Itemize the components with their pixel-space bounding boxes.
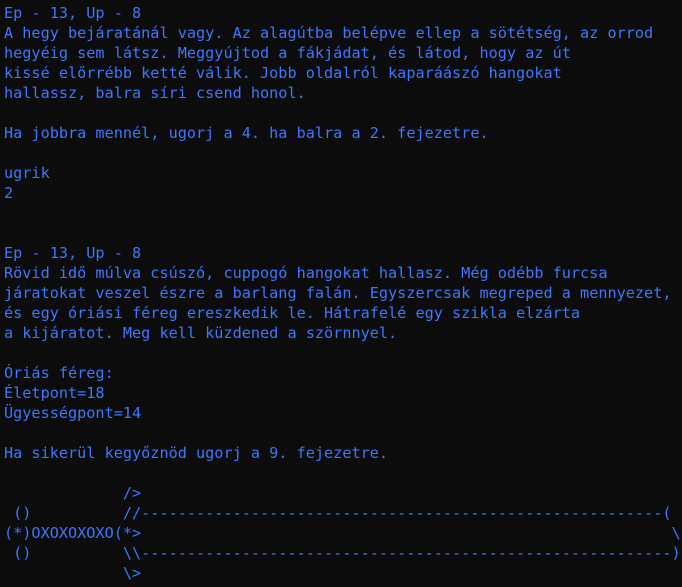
ascii-art-line: \> (4, 564, 142, 582)
console-line: és egy óriási féreg ereszkedik le. Hátra… (4, 304, 581, 322)
console-line: járatokat veszel észre a barlang falán. … (4, 284, 672, 302)
console-line: Ha jobbra mennél, ugorj a 4. ha balra a … (4, 124, 489, 142)
console-line: a kijáratot. Meg kell küzdened a szörnny… (4, 324, 398, 342)
ascii-art-line: (*)OXOXOXOXO(*> \ (4, 524, 681, 542)
console-line: Ha sikerül kegyőznöd ugorj a 9. fejezetr… (4, 444, 389, 462)
ascii-art-line: /> (4, 484, 142, 502)
console-line: Életpont=18 (4, 384, 105, 402)
console-line: Ep - 13, Up - 8 (4, 4, 142, 22)
console-line: hegyéig sem látsz. Meggyújtod a fákjádat… (4, 44, 571, 62)
ascii-art-line: () \\-----------------------------------… (4, 544, 681, 562)
console-line: 2 (4, 184, 14, 202)
console-line: ugrik (4, 164, 50, 182)
console-line: Rövid idő múlva csúszó, cuppogó hangokat… (4, 264, 608, 282)
console-line: Ügyességpont=14 (4, 404, 142, 422)
console-window[interactable]: Ep - 13, Up - 8 A hegy bejáratánál vagy.… (0, 0, 682, 587)
console-line: Óriás féreg: (4, 364, 114, 382)
ascii-art-line: () //-----------------------------------… (4, 504, 672, 522)
console-line: Ep - 13, Up - 8 (4, 244, 142, 262)
console-line: A hegy bejáratánál vagy. Az alagútba bel… (4, 24, 654, 42)
console-line: kissé előrrébb ketté válik. Jobb oldalró… (4, 64, 562, 82)
console-line: hallassz, balra síri csend honol. (4, 84, 306, 102)
